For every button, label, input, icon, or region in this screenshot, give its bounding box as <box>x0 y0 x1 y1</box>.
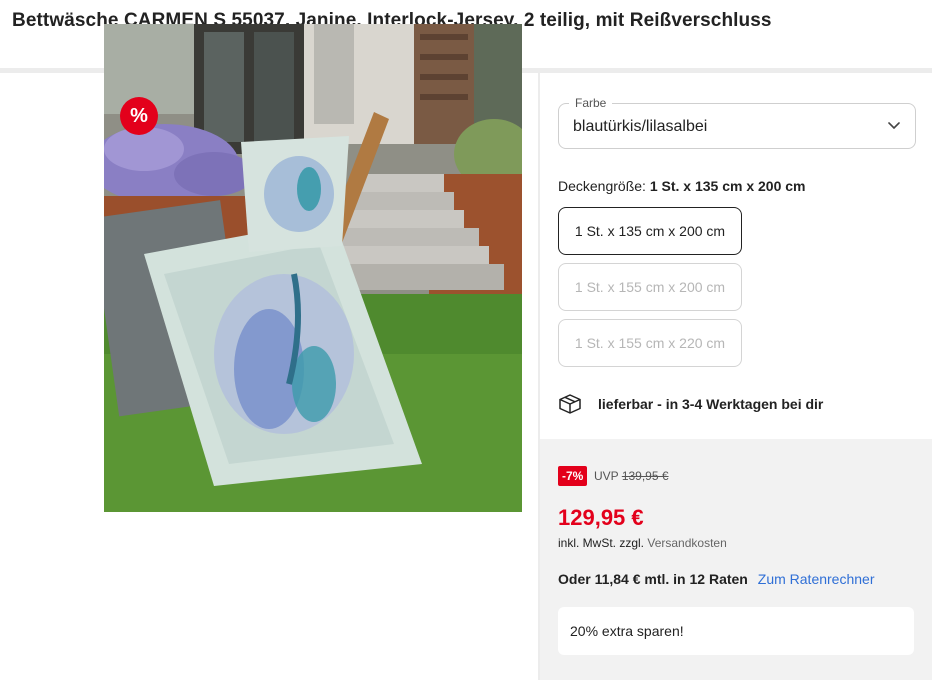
delivery-info: lieferbar - in 3-4 Werktagen bei dir <box>558 393 823 415</box>
shipping-cost-link[interactable]: Versandkosten <box>647 536 726 550</box>
price-panel: -7% UVP 139,95 € 129,95 € inkl. MwSt. zz… <box>540 439 932 680</box>
discount-badge: -7% <box>558 466 588 486</box>
size-option-155x220[interactable]: 1 St. x 155 cm x 220 cm <box>558 319 742 367</box>
current-price: 129,95 € <box>558 505 644 530</box>
uvp-price: UVP 139,95 € <box>594 469 669 483</box>
size-label: Deckengröße: 1 St. x 135 cm x 200 cm <box>558 178 806 194</box>
package-icon <box>559 394 581 414</box>
tax-info: inkl. MwSt. zzgl. Versandkosten <box>558 536 727 550</box>
promo-box[interactable]: 20% extra sparen! <box>558 607 914 655</box>
size-label-value: 1 St. x 135 cm x 200 cm <box>649 178 806 194</box>
promo-text: 20% extra sparen! <box>570 623 684 639</box>
tax-text: inkl. MwSt. zzgl. <box>558 536 645 550</box>
product-options: Farbe blautürkis/lilasalbei Deckengröße:… <box>540 73 932 680</box>
installment-info: Oder 11,84 € mtl. in 12 Raten Zum Ratenr… <box>558 571 874 587</box>
delivery-text: lieferbar - in 3-4 Werktagen bei dir <box>598 396 824 412</box>
size-option-135x200[interactable]: 1 St. x 135 cm x 200 cm <box>558 207 742 255</box>
color-select-label: Farbe <box>569 96 613 110</box>
sale-badge: % <box>120 97 158 135</box>
installment-text: Oder 11,84 € mtl. in 12 Raten <box>558 571 748 587</box>
product-image[interactable] <box>104 24 522 512</box>
size-label-prefix: Deckengröße: <box>558 178 646 194</box>
uvp-value: 139,95 € <box>621 469 669 483</box>
color-select-value: blautürkis/lilasalbei <box>573 118 708 135</box>
installment-calculator-link[interactable]: Zum Ratenrechner <box>758 571 875 587</box>
size-option-155x200[interactable]: 1 St. x 155 cm x 200 cm <box>558 263 742 311</box>
chevron-down-icon <box>888 122 900 129</box>
color-select[interactable]: Farbe blautürkis/lilasalbei <box>558 96 916 149</box>
uvp-label: UVP <box>594 469 619 483</box>
